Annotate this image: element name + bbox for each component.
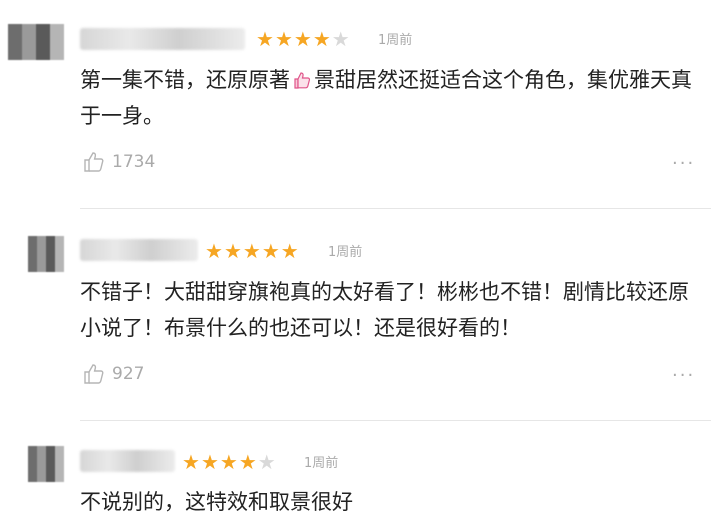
- star-icon: ★: [274, 27, 294, 51]
- star-icon: ★: [261, 239, 281, 263]
- comment-text: 不说别的，这特效和取景很好: [80, 490, 353, 514]
- star-icon: ★: [256, 27, 275, 51]
- star-empty-icon: ★: [331, 27, 351, 51]
- star-icon: ★: [280, 239, 300, 263]
- comment-text: 不错子！大甜甜穿旗袍真的太好看了！彬彬也不错！剧情比较还原小说了！布景什么的也还…: [80, 280, 689, 340]
- star-rating: ★★★★★: [182, 451, 277, 473]
- star-icon: ★: [242, 239, 262, 263]
- thumbs-up-emoji-icon: [294, 72, 311, 89]
- thumbs-up-icon: [84, 152, 104, 172]
- username-blurred[interactable]: [80, 450, 175, 472]
- username-blurred[interactable]: [80, 239, 198, 261]
- comment-time: 1周前: [304, 456, 339, 471]
- username-blurred[interactable]: [80, 28, 245, 50]
- star-empty-icon: ★: [257, 450, 277, 474]
- comment-time: 1周前: [378, 33, 413, 48]
- avatar[interactable]: [8, 24, 64, 60]
- star-icon: ★: [182, 450, 201, 474]
- star-rating: ★★★★★: [205, 240, 300, 262]
- avatar[interactable]: [28, 446, 64, 482]
- avatar[interactable]: [28, 236, 64, 272]
- star-icon: ★: [219, 450, 239, 474]
- more-options-icon[interactable]: ···: [672, 365, 695, 386]
- star-rating: ★★★★★: [256, 28, 351, 50]
- thumbs-up-icon: [84, 364, 104, 384]
- like-button[interactable]: 927: [82, 362, 144, 386]
- divider: [80, 420, 711, 421]
- like-button[interactable]: 1734: [82, 150, 155, 174]
- like-count: 1734: [112, 152, 156, 172]
- divider: [80, 208, 711, 209]
- star-icon: ★: [205, 239, 224, 263]
- like-count: 927: [112, 364, 145, 384]
- more-options-icon[interactable]: ···: [672, 153, 695, 174]
- comment-time: 1周前: [328, 245, 363, 260]
- star-icon: ★: [293, 27, 313, 51]
- comment-text: 第一集不错，还原原著 景甜居然还挺适合这个角色，集优雅天真于一身。: [80, 68, 692, 128]
- star-icon: ★: [223, 239, 243, 263]
- star-icon: ★: [312, 27, 332, 51]
- star-icon: ★: [200, 450, 220, 474]
- star-icon: ★: [238, 450, 258, 474]
